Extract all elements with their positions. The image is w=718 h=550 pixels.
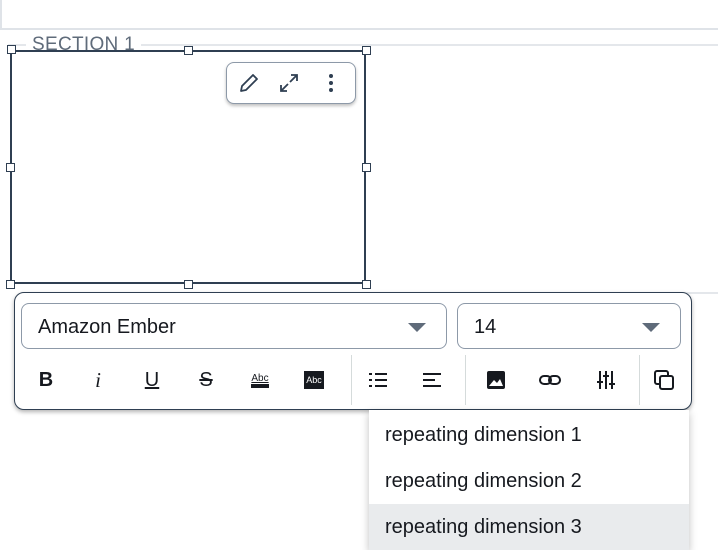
chevron-down-icon <box>642 323 660 332</box>
insert-parameter-button[interactable] <box>587 361 625 399</box>
dropdown-item-repeating-dimension-2[interactable]: repeating dimension 2 <box>369 458 689 504</box>
bold-button[interactable]: B <box>27 361 65 399</box>
copy-icon <box>654 370 674 390</box>
font-family-select[interactable]: Amazon Ember <box>21 303 447 349</box>
toolbar-separator <box>351 355 352 405</box>
resize-handle-bottom-left[interactable] <box>6 280 15 289</box>
more-vertical-icon[interactable] <box>319 71 343 95</box>
italic-button[interactable]: i <box>79 361 117 399</box>
resize-handle-top-left[interactable] <box>7 45 16 54</box>
resize-handle-top[interactable] <box>184 46 193 55</box>
link-icon <box>539 375 561 385</box>
text-color-button[interactable]: Abc <box>241 361 279 399</box>
resize-handle-left[interactable] <box>6 163 15 172</box>
align-left-button[interactable] <box>413 361 451 399</box>
toolbar-separator <box>465 355 466 405</box>
bulleted-list-icon <box>369 373 387 387</box>
resize-handle-bottom-right[interactable] <box>362 280 371 289</box>
resize-handle-bottom[interactable] <box>184 280 193 289</box>
previous-section-frame <box>0 0 718 30</box>
toolbar-separator <box>639 355 640 405</box>
sliders-icon <box>597 371 615 389</box>
dropdown-item-repeating-dimension-1[interactable]: repeating dimension 1 <box>369 412 689 458</box>
dropdown-item-repeating-dimension-3[interactable]: repeating dimension 3 <box>369 504 689 550</box>
align-left-icon <box>423 373 441 387</box>
visual-mini-toolbar <box>226 62 356 104</box>
highlight-color-icon: Abc <box>304 371 324 389</box>
chevron-down-icon <box>408 323 426 332</box>
font-size-value: 14 <box>474 316 497 338</box>
insert-link-button[interactable] <box>531 361 569 399</box>
font-size-select[interactable]: 14 <box>457 303 681 349</box>
resize-handle-right[interactable] <box>362 163 371 172</box>
underline-button[interactable]: U <box>133 361 171 399</box>
copy-button[interactable] <box>645 361 683 399</box>
italic-icon: i <box>95 367 101 392</box>
image-icon <box>487 371 505 389</box>
insert-image-button[interactable] <box>477 361 515 399</box>
bulleted-list-button[interactable] <box>359 361 397 399</box>
strikethrough-button[interactable]: S <box>187 361 225 399</box>
parameter-dropdown-menu: repeating dimension 1 repeating dimensio… <box>369 410 689 550</box>
underline-icon: U <box>144 368 160 391</box>
pencil-icon[interactable] <box>237 71 261 95</box>
text-color-icon: Abc <box>251 373 269 388</box>
font-family-value: Amazon Ember <box>38 316 176 338</box>
highlight-color-button[interactable]: Abc <box>295 361 333 399</box>
resize-handle-top-right[interactable] <box>362 46 371 55</box>
text-format-toolbar: Amazon Ember 14 B i U S Abc Abc <box>14 292 692 410</box>
strikethrough-icon: S <box>199 368 213 391</box>
bold-icon: B <box>38 368 54 391</box>
expand-icon[interactable] <box>277 71 301 95</box>
